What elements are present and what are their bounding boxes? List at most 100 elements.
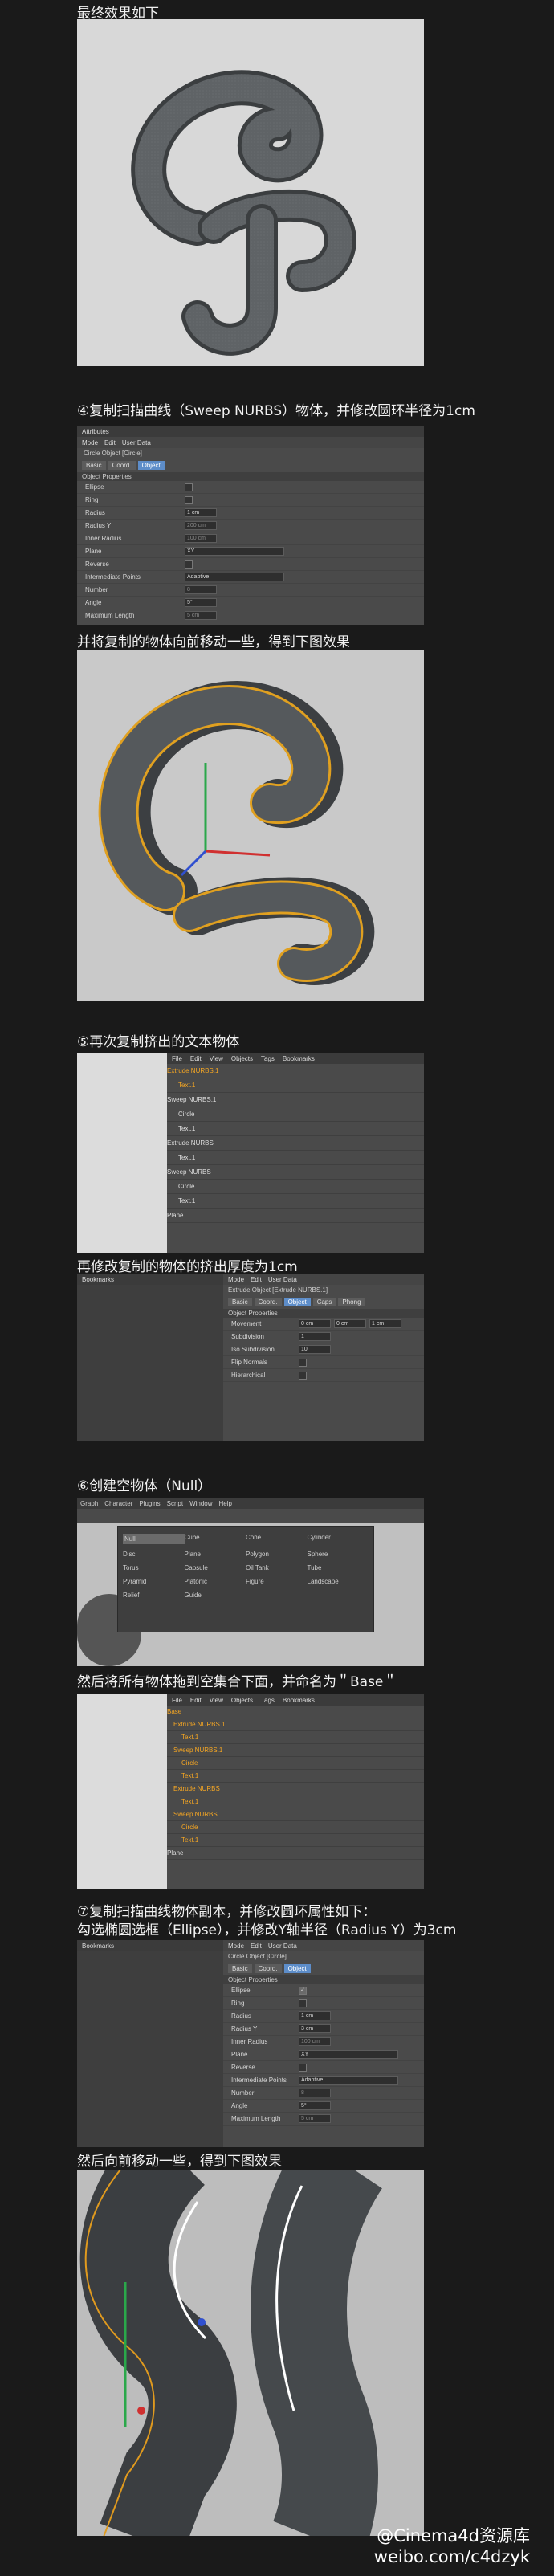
iso-subdivision-field[interactable]: 10 [299,1345,331,1354]
menu-item-cone[interactable]: Cone [246,1534,308,1544]
tab-coord[interactable]: Coord. [254,1964,282,1973]
tab-basic[interactable]: Basic [82,461,106,470]
movement-z-field[interactable]: 1 cm [369,1319,401,1328]
menu-character[interactable]: Character [104,1500,132,1507]
menu-item-null[interactable]: Null [123,1534,185,1544]
om-menu-bookmarks[interactable]: Bookmarks [283,1697,315,1704]
object-row[interactable]: Sweep NURBS.1 [167,1093,424,1107]
om-menu-edit[interactable]: Edit [190,1697,202,1704]
menu-user-data[interactable]: User Data [122,439,151,446]
object-row[interactable]: Text.1 [167,1795,424,1808]
object-row[interactable]: Plane [167,1209,424,1223]
menu-item-guide[interactable]: Guide [185,1592,246,1599]
menu-window[interactable]: Window [189,1500,212,1507]
movement-x-field[interactable]: 0 cm [299,1319,331,1328]
object-row[interactable]: Text.1 [167,1731,424,1744]
menu-item-disc[interactable]: Disc [123,1551,185,1558]
object-row[interactable]: Circle [167,1757,424,1770]
om-menu-view[interactable]: View [210,1697,223,1704]
max-length-field[interactable]: 5 cm [185,611,217,620]
angle-field[interactable]: 5° [185,598,217,607]
menu-graph[interactable]: Graph [80,1500,98,1507]
object-row[interactable]: Text.1 [167,1151,424,1165]
number-field[interactable]: 8 [185,585,217,594]
tab-object[interactable]: Object [283,1964,311,1973]
menu-script[interactable]: Script [167,1500,183,1507]
tab-basic[interactable]: Basic [228,1298,252,1306]
object-row[interactable]: Circle [167,1107,424,1122]
tab-coord[interactable]: Coord. [108,461,136,470]
object-row[interactable]: Text.1 [167,1122,424,1136]
menu-edit[interactable]: Edit [104,439,116,446]
object-row[interactable]: Extrude NURBS [167,1783,424,1795]
menu-item-sphere[interactable]: Sphere [308,1551,369,1558]
reverse-checkbox[interactable] [185,560,193,569]
tab-object[interactable]: Object [137,461,165,470]
ellipse-checkbox[interactable] [185,483,193,491]
menu-item-cube[interactable]: Cube [185,1534,246,1544]
om-menu-objects[interactable]: Objects [231,1697,253,1704]
radius-field[interactable]: 1 cm [185,508,217,517]
tab-caps[interactable]: Caps [312,1298,336,1306]
object-row[interactable]: Base [167,1706,424,1718]
object-row[interactable]: Text.1 [167,1194,424,1209]
intermediate-select[interactable]: Adaptive [185,573,284,581]
object-row[interactable]: Text.1 [167,1770,424,1783]
object-row[interactable]: Sweep NURBS [167,1808,424,1821]
object-row[interactable]: Sweep NURBS [167,1165,424,1180]
radius-y-field[interactable]: 3 cm [299,2024,331,2033]
plane-select[interactable]: XY [299,2050,398,2059]
object-row[interactable]: Circle [167,1821,424,1834]
radius-field[interactable]: 1 cm [299,2011,331,2020]
tab-object[interactable]: Object [283,1298,311,1306]
menu-mode[interactable]: Mode [82,439,98,446]
menu-item-platonic[interactable]: Platonic [185,1578,246,1585]
om-menu-tags[interactable]: Tags [261,1697,275,1704]
inner-radius-field[interactable]: 100 cm [185,534,217,543]
menu-user-data[interactable]: User Data [268,1276,297,1283]
menu-item-torus[interactable]: Torus [123,1564,185,1571]
menu-item-capsule[interactable]: Capsule [185,1564,246,1571]
menu-help[interactable]: Help [219,1500,232,1507]
movement-y-field[interactable]: 0 cm [334,1319,366,1328]
ellipse-checkbox[interactable]: ✓ [299,1986,307,1995]
menu-edit[interactable]: Edit [251,1276,262,1283]
object-row[interactable]: Text.1 [167,1834,424,1847]
hierarchical-checkbox[interactable] [299,1371,307,1380]
subdivision-field[interactable]: 1 [299,1332,331,1341]
tab-phong[interactable]: Phong [338,1298,365,1306]
number-field[interactable]: 8 [299,2089,331,2097]
om-menu-view[interactable]: View [210,1055,223,1062]
radius-y-field[interactable]: 200 cm [185,521,217,530]
menu-mode[interactable]: Mode [228,1276,244,1283]
menu-item-landscape[interactable]: Landscape [308,1578,369,1585]
flip-normals-checkbox[interactable] [299,1358,307,1367]
object-row[interactable]: Text.1 [167,1078,424,1093]
menu-plugins[interactable]: Plugins [139,1500,160,1507]
om-menu-edit[interactable]: Edit [190,1055,202,1062]
menu-item-pyramid[interactable]: Pyramid [123,1578,185,1585]
object-row[interactable]: Extrude NURBS.1 [167,1064,424,1078]
inner-radius-field[interactable]: 100 cm [299,2037,331,2046]
menu-item-tube[interactable]: Tube [308,1564,369,1571]
menu-edit[interactable]: Edit [251,1942,262,1950]
menu-user-data[interactable]: User Data [268,1942,297,1950]
angle-field[interactable]: 5° [299,2101,331,2110]
menu-mode[interactable]: Mode [228,1942,244,1950]
intermediate-select[interactable]: Adaptive [299,2076,398,2085]
om-menu-bookmarks[interactable]: Bookmarks [283,1055,315,1062]
menu-item-relief[interactable]: Relief [123,1592,185,1599]
object-row[interactable]: Circle [167,1180,424,1194]
menu-item-plane[interactable]: Plane [185,1551,246,1558]
plane-select[interactable]: XY [185,547,284,556]
object-row[interactable]: Extrude NURBS [167,1136,424,1151]
ring-checkbox[interactable] [299,1999,307,2007]
reverse-checkbox[interactable] [299,2063,307,2072]
ring-checkbox[interactable] [185,495,193,504]
menu-item-cylinder[interactable]: Cylinder [308,1534,369,1544]
tab-basic[interactable]: Basic [228,1964,252,1973]
object-row[interactable]: Extrude NURBS.1 [167,1718,424,1731]
om-menu-tags[interactable]: Tags [261,1055,275,1062]
object-row[interactable]: Plane [167,1847,424,1860]
menu-item-oil-tank[interactable]: Oil Tank [246,1564,308,1571]
